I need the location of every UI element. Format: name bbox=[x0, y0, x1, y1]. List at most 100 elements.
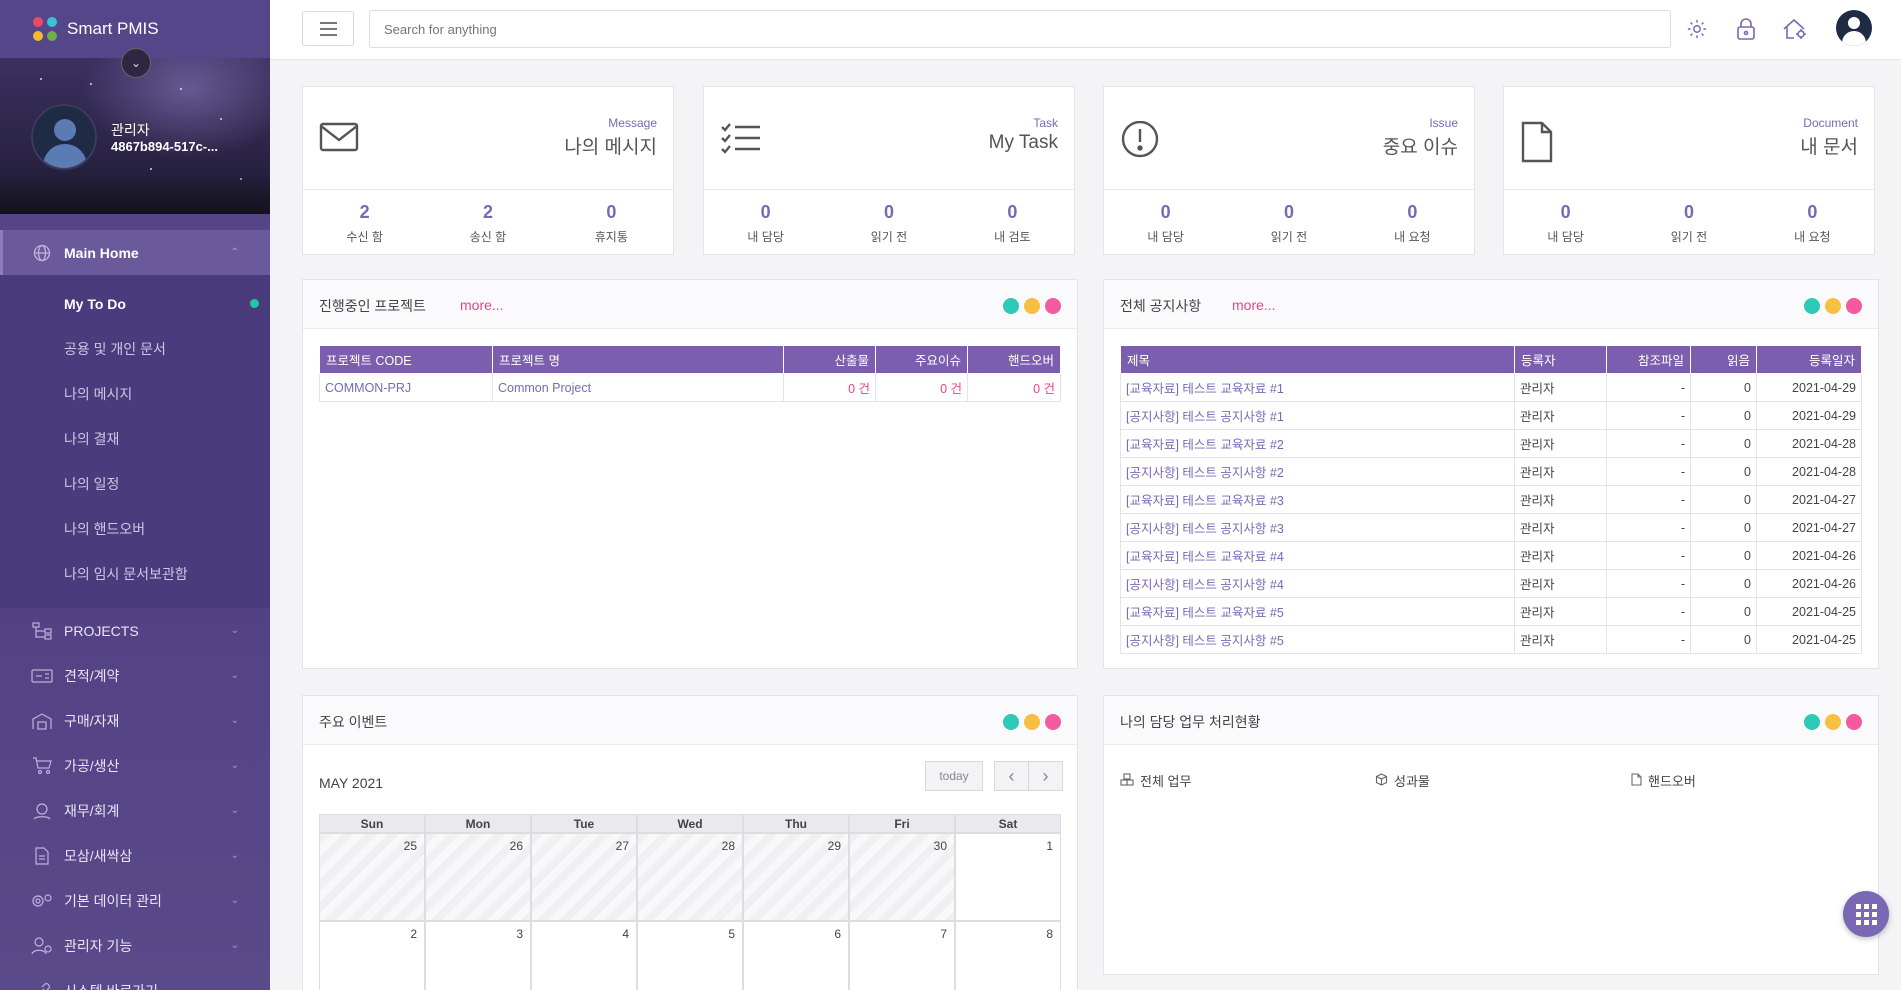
table-row[interactable]: [공지사항] 테스트 공지사항 #2 관리자 -0 2021-04-28 bbox=[1120, 457, 1862, 486]
calendar-day[interactable]: 7 bbox=[849, 921, 955, 990]
message-card[interactable]: Message 나의 메시지 2 수신 함 2 송신 함 0 휴지통 bbox=[302, 86, 674, 255]
column-header[interactable]: 주요이슈 bbox=[875, 345, 968, 374]
stat-requested[interactable]: 0 내 요청 bbox=[1751, 190, 1874, 255]
sidebar-item-contract[interactable]: 견적/계약 ⌄ bbox=[0, 653, 270, 698]
sidebar-item-system-links[interactable]: 시스템 바로가기 ⌄ bbox=[0, 968, 270, 990]
table-row[interactable]: [공지사항] 테스트 공지사항 #3 관리자 -0 2021-04-27 bbox=[1120, 513, 1862, 542]
stat-unread[interactable]: 0 읽기 전 bbox=[827, 190, 950, 255]
lock-icon[interactable] bbox=[1731, 14, 1761, 44]
stat-assigned[interactable]: 0 내 담당 bbox=[1104, 190, 1227, 255]
calendar-day[interactable]: 26 bbox=[425, 833, 531, 921]
sidebar-item-finance[interactable]: 재무/회계 ⌄ bbox=[0, 788, 270, 833]
notice-title[interactable]: [교육자료] 테스트 교육자료 #5 bbox=[1120, 597, 1515, 626]
sidebar-item-main-home[interactable]: Main Home ⌃ bbox=[0, 230, 270, 275]
calendar-day[interactable]: 3 bbox=[425, 921, 531, 990]
notice-title[interactable]: [공지사항] 테스트 공지사항 #4 bbox=[1120, 569, 1515, 598]
table-row[interactable]: [교육자료] 테스트 교육자료 #1 관리자 -0 2021-04-29 bbox=[1120, 373, 1862, 402]
calendar-day[interactable]: 1 bbox=[955, 833, 1061, 921]
apps-grid-button[interactable] bbox=[1843, 891, 1889, 937]
deliverable-count[interactable]: 0 건 bbox=[783, 373, 876, 402]
sidebar-item-my-todo[interactable]: My To Do bbox=[0, 281, 270, 326]
column-header[interactable]: 읽음 bbox=[1690, 345, 1757, 374]
column-header[interactable]: 제목 bbox=[1120, 345, 1515, 374]
calendar-day[interactable]: 5 bbox=[637, 921, 743, 990]
calendar-day[interactable]: 8 bbox=[955, 921, 1061, 990]
stat-unread[interactable]: 0 읽기 전 bbox=[1227, 190, 1350, 255]
sidebar-item-approvals[interactable]: 나의 결재 bbox=[0, 416, 270, 461]
table-row[interactable]: [공지사항] 테스트 공지사항 #5 관리자 -0 2021-04-25 bbox=[1120, 625, 1862, 654]
column-header[interactable]: 등록자 bbox=[1514, 345, 1607, 374]
home-settings-icon[interactable] bbox=[1780, 14, 1810, 44]
calendar-day[interactable]: 2 bbox=[319, 921, 425, 990]
sidebar-item-messages[interactable]: 나의 메시지 bbox=[0, 371, 270, 416]
sidebar-item-seedling[interactable]: 모삼/새싹삼 ⌄ bbox=[0, 833, 270, 878]
refresh-dot-icon[interactable] bbox=[1003, 298, 1019, 314]
notice-title[interactable]: [교육자료] 테스트 교육자료 #3 bbox=[1120, 485, 1515, 514]
issue-count[interactable]: 0 건 bbox=[875, 373, 968, 402]
column-header[interactable]: 핸드오버 bbox=[967, 345, 1061, 374]
profile-collapse-icon[interactable]: ⌄ bbox=[121, 48, 151, 78]
stat-inbox[interactable]: 2 수신 함 bbox=[303, 190, 426, 255]
calendar-day[interactable]: 25 bbox=[319, 833, 425, 921]
stat-trash[interactable]: 0 휴지통 bbox=[550, 190, 673, 255]
tab-deliverables[interactable]: 성과물 bbox=[1375, 771, 1430, 790]
avatar[interactable] bbox=[31, 104, 97, 170]
sidebar-item-master-data[interactable]: 기본 데이터 관리 ⌄ bbox=[0, 878, 270, 923]
notice-title[interactable]: [교육자료] 테스트 교육자료 #1 bbox=[1120, 373, 1515, 402]
refresh-dot-icon[interactable] bbox=[1804, 298, 1820, 314]
collapse-dot-icon[interactable] bbox=[1024, 298, 1040, 314]
prev-month-button[interactable]: ‹ bbox=[994, 761, 1029, 791]
notice-title[interactable]: [공지사항] 테스트 공지사항 #1 bbox=[1120, 401, 1515, 430]
tab-handover[interactable]: 핸드오버 bbox=[1631, 771, 1696, 790]
calendar-day[interactable]: 30 bbox=[849, 833, 955, 921]
calendar-day[interactable]: 27 bbox=[531, 833, 637, 921]
notice-title[interactable]: [공지사항] 테스트 공지사항 #5 bbox=[1120, 625, 1515, 654]
notice-title[interactable]: [교육자료] 테스트 교육자료 #2 bbox=[1120, 429, 1515, 458]
issue-card[interactable]: Issue 중요 이슈 0 내 담당 0 읽기 전 0 내 요청 bbox=[1103, 86, 1475, 255]
stat-assigned[interactable]: 0 내 담당 bbox=[1504, 190, 1627, 255]
tab-all-tasks[interactable]: 전체 업무 bbox=[1120, 771, 1191, 790]
sidebar-item-documents[interactable]: 공용 및 개인 문서 bbox=[0, 326, 270, 371]
menu-toggle-button[interactable] bbox=[302, 11, 354, 46]
sidebar-item-temp-docs[interactable]: 나의 임시 문서보관함 bbox=[0, 551, 270, 596]
sidebar-item-admin[interactable]: 관리자 기능 ⌄ bbox=[0, 923, 270, 968]
sidebar-item-production[interactable]: 가공/생산 ⌄ bbox=[0, 743, 270, 788]
stat-unread[interactable]: 0 읽기 전 bbox=[1627, 190, 1750, 255]
calendar-day[interactable]: 6 bbox=[743, 921, 849, 990]
document-card[interactable]: Document 내 문서 0 내 담당 0 읽기 전 0 내 요청 bbox=[1503, 86, 1875, 255]
table-row[interactable]: [교육자료] 테스트 교육자료 #2 관리자 -0 2021-04-28 bbox=[1120, 429, 1862, 458]
table-row[interactable]: [교육자료] 테스트 교육자료 #3 관리자 -0 2021-04-27 bbox=[1120, 485, 1862, 514]
user-avatar-button[interactable] bbox=[1836, 10, 1872, 46]
stat-sent[interactable]: 2 송신 함 bbox=[426, 190, 549, 255]
collapse-dot-icon[interactable] bbox=[1825, 714, 1841, 730]
collapse-dot-icon[interactable] bbox=[1825, 298, 1841, 314]
sidebar-item-schedule[interactable]: 나의 일정 bbox=[0, 461, 270, 506]
collapse-dot-icon[interactable] bbox=[1024, 714, 1040, 730]
calendar-day[interactable]: 28 bbox=[637, 833, 743, 921]
table-row[interactable]: COMMON-PRJ Common Project 0 건 0 건 0 건 bbox=[319, 373, 1061, 402]
stat-review[interactable]: 0 내 검토 bbox=[951, 190, 1074, 255]
refresh-dot-icon[interactable] bbox=[1003, 714, 1019, 730]
close-dot-icon[interactable] bbox=[1846, 714, 1862, 730]
refresh-dot-icon[interactable] bbox=[1804, 714, 1820, 730]
column-header[interactable]: 산출물 bbox=[783, 345, 876, 374]
project-name[interactable]: Common Project bbox=[492, 373, 784, 402]
search-input[interactable] bbox=[369, 10, 1671, 48]
sidebar-item-projects[interactable]: PROJECTS ⌄ bbox=[0, 608, 270, 653]
project-code[interactable]: COMMON-PRJ bbox=[319, 373, 493, 402]
notice-title[interactable]: [공지사항] 테스트 공지사항 #3 bbox=[1120, 513, 1515, 542]
notice-title[interactable]: [공지사항] 테스트 공지사항 #2 bbox=[1120, 457, 1515, 486]
column-header[interactable]: 등록일자 bbox=[1756, 345, 1862, 374]
close-dot-icon[interactable] bbox=[1045, 298, 1061, 314]
stat-requested[interactable]: 0 내 요청 bbox=[1351, 190, 1474, 255]
sidebar-item-purchase[interactable]: 구매/자재 ⌄ bbox=[0, 698, 270, 743]
gear-icon[interactable] bbox=[1682, 14, 1712, 44]
table-row[interactable]: [교육자료] 테스트 교육자료 #5 관리자 -0 2021-04-25 bbox=[1120, 597, 1862, 626]
calendar-day[interactable]: 4 bbox=[531, 921, 637, 990]
table-row[interactable]: [공지사항] 테스트 공지사항 #4 관리자 -0 2021-04-26 bbox=[1120, 569, 1862, 598]
task-card[interactable]: Task My Task 0 내 담당 0 읽기 전 0 내 검토 bbox=[703, 86, 1075, 255]
more-link[interactable]: more... bbox=[460, 297, 504, 313]
calendar-day[interactable]: 29 bbox=[743, 833, 849, 921]
next-month-button[interactable]: › bbox=[1028, 761, 1063, 791]
table-row[interactable]: [공지사항] 테스트 공지사항 #1 관리자 -0 2021-04-29 bbox=[1120, 401, 1862, 430]
